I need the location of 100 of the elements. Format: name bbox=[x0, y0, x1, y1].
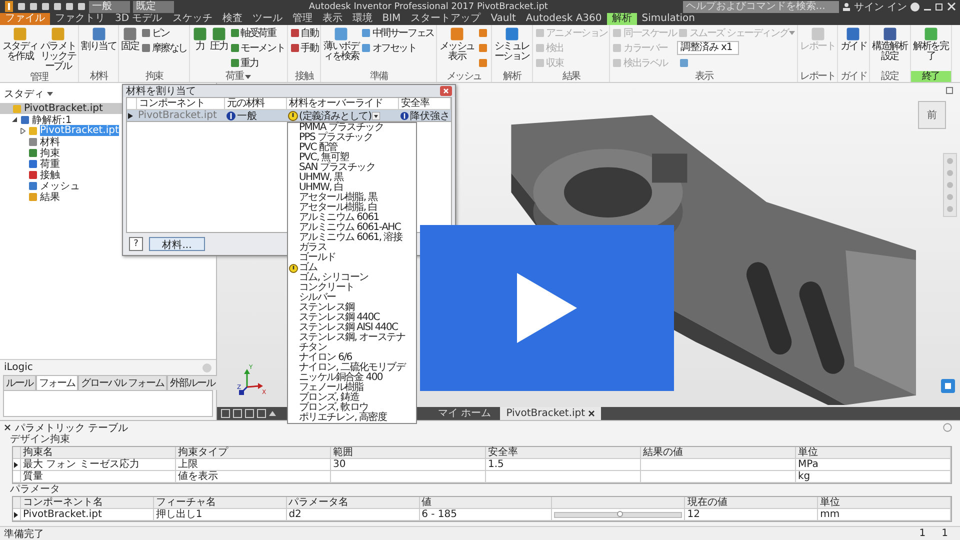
list-option[interactable]: ポリエチレン, 高密度 bbox=[288, 413, 416, 423]
style-dropdown[interactable]: 一般 bbox=[89, 0, 130, 12]
list-option[interactable]: PPS プラスチック bbox=[288, 133, 416, 143]
list-option[interactable]: ステンレス鋼 bbox=[288, 303, 416, 313]
menu-tab[interactable]: 解析 bbox=[606, 13, 637, 25]
list-option[interactable]: UHMW, 黒 bbox=[288, 173, 416, 183]
close-icon[interactable] bbox=[588, 410, 596, 417]
list-option[interactable]: ブロンズ, 軟ロウ bbox=[288, 403, 416, 413]
tree-item[interactable]: 材料 bbox=[0, 136, 216, 147]
menu-tab[interactable]: ツール bbox=[247, 13, 288, 25]
menu-tab[interactable]: BIM bbox=[377, 13, 406, 25]
ribbon-button[interactable]: 摩擦なし bbox=[140, 41, 188, 55]
ribbon-button[interactable]: 解析を完了 bbox=[912, 26, 950, 71]
list-option[interactable]: ガラス bbox=[288, 243, 416, 253]
menu-tab[interactable]: Vault bbox=[486, 13, 521, 25]
ribbon-button[interactable]: オフセット bbox=[360, 41, 435, 55]
ribbon-button[interactable]: 圧力 bbox=[209, 26, 229, 71]
ribbon-button[interactable]: 薄いボディを検索 bbox=[322, 26, 360, 71]
close-icon[interactable] bbox=[4, 424, 11, 431]
scale-dropdown[interactable]: 調整済み x1 bbox=[677, 41, 740, 55]
sign-in-link[interactable]: サイン イン bbox=[854, 0, 907, 14]
list-option[interactable]: アセタール樹脂, 白 bbox=[288, 203, 416, 213]
list-option[interactable]: PVC, 無可塑 bbox=[288, 153, 416, 163]
up-arrow-icon[interactable] bbox=[269, 410, 276, 417]
menu-tab[interactable]: Simulation bbox=[636, 13, 700, 25]
list-option[interactable]: アルミニウム 6061, 溶接 bbox=[288, 233, 416, 243]
list-option[interactable]: コンクリート bbox=[288, 283, 416, 293]
ribbon-button[interactable]: 軸受荷重 bbox=[228, 26, 286, 40]
ribbon-button[interactable]: 自動 bbox=[288, 26, 320, 40]
browser-title[interactable]: スタディ bbox=[4, 87, 44, 101]
ribbon-button[interactable]: スタディを作成 bbox=[1, 26, 39, 72]
menu-tab[interactable]: スタートアップ bbox=[406, 13, 486, 25]
app-logo-icon[interactable] bbox=[4, 1, 14, 12]
ribbon-button[interactable]: メッシュ表示 bbox=[438, 26, 476, 71]
ribbon-button[interactable]: ピン bbox=[140, 26, 188, 40]
list-option[interactable]: PMMA プラスチック bbox=[288, 123, 416, 133]
expander-icon[interactable] bbox=[12, 116, 18, 122]
tree-item[interactable]: 荷重 bbox=[0, 158, 216, 169]
ribbon-button[interactable]: 力 bbox=[191, 26, 210, 71]
menu-tab[interactable]: 表示 bbox=[317, 13, 348, 25]
ribbon-button[interactable]: 固定 bbox=[120, 26, 140, 71]
material-dropdown[interactable]: (定義済みとして) bbox=[287, 110, 399, 121]
tree-item[interactable]: 接触 bbox=[0, 169, 216, 180]
view-cube[interactable]: 前 bbox=[918, 101, 946, 129]
list-option[interactable]: ステンレス鋼 AISI 440C bbox=[288, 323, 416, 333]
list-option[interactable]: ナイロン, 二硫化モリブデ bbox=[288, 363, 416, 373]
ribbon-button[interactable]: 重力 bbox=[228, 56, 286, 70]
list-option[interactable]: ゴム bbox=[288, 263, 416, 273]
ribbon-button[interactable]: ガイド bbox=[839, 26, 868, 71]
ribbon-button[interactable]: 割り当て bbox=[80, 26, 118, 71]
ribbon-button[interactable]: 手動 bbox=[288, 41, 320, 55]
value-slider[interactable] bbox=[554, 512, 682, 518]
list-option[interactable]: ゴールド bbox=[288, 253, 416, 263]
help-button[interactable]: ? bbox=[129, 237, 143, 251]
menu-tab[interactable]: 管理 bbox=[287, 13, 318, 25]
list-option[interactable]: UHMW, 白 bbox=[288, 183, 416, 193]
document-tab[interactable]: マイ ホーム bbox=[432, 407, 498, 420]
list-option[interactable]: チタン bbox=[288, 343, 416, 353]
ribbon-button[interactable]: 中間サーフェス bbox=[360, 26, 435, 40]
cube-icon[interactable] bbox=[941, 379, 955, 393]
list-option[interactable]: シルバー bbox=[288, 293, 416, 303]
menu-tab[interactable]: 検査 bbox=[217, 13, 248, 25]
menu-tab[interactable]: 3D モデル bbox=[110, 13, 168, 25]
restore-icon[interactable] bbox=[946, 86, 954, 94]
list-option[interactable]: アセタール樹脂, 黒 bbox=[288, 193, 416, 203]
menu-tab[interactable]: Autodesk A360 bbox=[520, 13, 607, 25]
menu-tab[interactable]: 環境 bbox=[347, 13, 378, 25]
list-option[interactable]: PVC 配管 bbox=[288, 143, 416, 153]
play-button[interactable] bbox=[420, 225, 674, 391]
list-option[interactable]: ブロンズ, 鋳造 bbox=[288, 393, 416, 403]
slider-thumb[interactable] bbox=[616, 510, 623, 516]
list-option[interactable]: ゴム, シリコーン bbox=[288, 273, 416, 283]
caret-icon[interactable] bbox=[47, 91, 53, 97]
panel-tab[interactable]: 外部ルール bbox=[167, 375, 218, 390]
panel-tab[interactable]: グローバル フォーム bbox=[78, 375, 168, 390]
tree-item[interactable]: メッシュ bbox=[0, 180, 216, 191]
tree-item[interactable]: 結果 bbox=[0, 191, 216, 202]
list-option[interactable]: アルミニウム 6061 bbox=[288, 213, 416, 223]
list-option[interactable]: ステンレス鋼, オーステナ bbox=[288, 333, 416, 343]
list-option[interactable]: アルミニウム 6061-AHC bbox=[288, 223, 416, 233]
materials-button[interactable]: 材料... bbox=[149, 237, 205, 251]
list-option[interactable]: ステンレス鋼 440C bbox=[288, 313, 416, 323]
ribbon-button[interactable]: 構造解析設定 bbox=[870, 26, 909, 71]
search-field[interactable]: ヘルプおよびコマンドを検索... bbox=[682, 0, 839, 12]
menu-tab[interactable]: スケッチ bbox=[167, 13, 218, 25]
menu-tab[interactable]: ファクトリ bbox=[50, 13, 110, 25]
ribbon-button[interactable]: パラメトリックテーブル bbox=[39, 26, 77, 72]
tree-item[interactable]: 拘束 bbox=[0, 147, 216, 158]
appearance-dropdown[interactable]: 既定 bbox=[133, 0, 174, 12]
help-icon[interactable] bbox=[910, 2, 920, 12]
list-option[interactable]: ナイロン 6/6 bbox=[288, 353, 416, 363]
ribbon-button[interactable]: シミュレーション bbox=[492, 26, 531, 71]
panel-tab[interactable]: ルール bbox=[3, 375, 36, 390]
document-tab[interactable]: PivotBracket.ipt bbox=[500, 407, 602, 420]
list-option[interactable]: ニッケル銅合金 400 bbox=[288, 373, 416, 383]
expander-icon[interactable] bbox=[20, 128, 26, 134]
panel-tab[interactable]: フォーム bbox=[36, 375, 78, 390]
caret-icon[interactable] bbox=[245, 74, 252, 80]
list-option[interactable]: SAN プラスチック bbox=[288, 163, 416, 173]
list-option[interactable]: フェノール樹脂 bbox=[288, 383, 416, 393]
